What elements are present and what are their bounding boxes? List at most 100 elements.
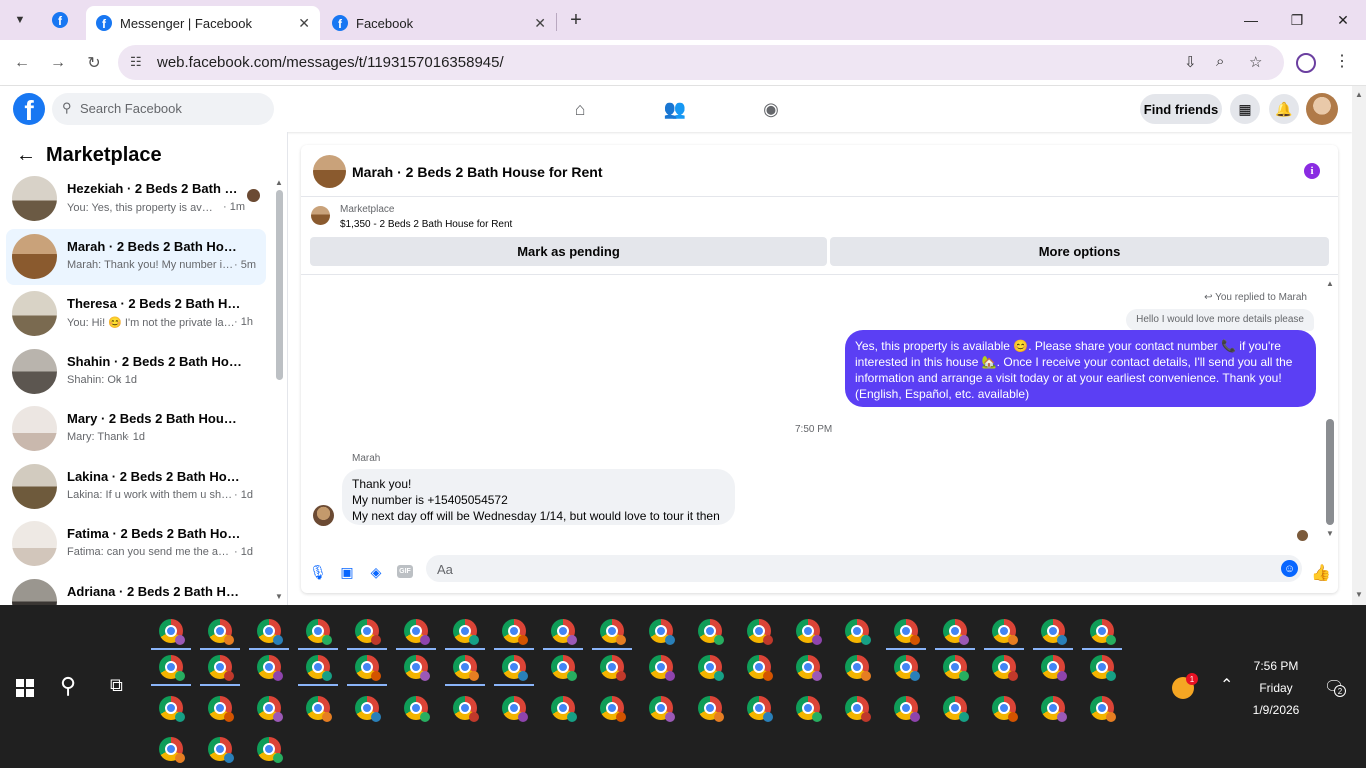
chrome-window-icon[interactable] xyxy=(159,737,185,763)
back-button[interactable]: ← xyxy=(9,50,35,76)
groups-icon[interactable]: ◉ xyxy=(759,97,783,121)
task-view-icon[interactable]: ⧉ xyxy=(110,675,123,696)
chrome-window-icon[interactable] xyxy=(306,655,332,681)
facebook-logo-icon[interactable]: f xyxy=(13,93,45,125)
conversation-item[interactable]: Mary · 2 Beds 2 Bath House for Rent Mary… xyxy=(6,401,266,457)
sticker-icon[interactable]: ◈ xyxy=(367,563,385,581)
chrome-window-icon[interactable] xyxy=(943,619,969,645)
conversation-item[interactable]: Lakina · 2 Beds 2 Bath House for Rent La… xyxy=(6,459,266,515)
emoji-icon[interactable]: ☺ xyxy=(1281,560,1298,577)
chrome-window-icon[interactable] xyxy=(649,655,675,681)
chrome-window-icon[interactable] xyxy=(992,619,1018,645)
chrome-window-icon[interactable] xyxy=(306,619,332,645)
listing-price[interactable]: $1,350 - 2 Beds 2 Bath House for Rent xyxy=(340,219,512,230)
chrome-window-icon[interactable] xyxy=(355,696,381,722)
incoming-message[interactable]: Thank you! My number is +15405054572 My … xyxy=(342,469,735,525)
friends-icon[interactable]: 👥 xyxy=(663,97,687,121)
chrome-window-icon[interactable] xyxy=(600,619,626,645)
chrome-window-icon[interactable] xyxy=(894,655,920,681)
home-icon[interactable]: ⌂ xyxy=(568,97,592,121)
chrome-window-icon[interactable] xyxy=(208,737,234,763)
scroll-down-icon[interactable]: ▼ xyxy=(1326,529,1334,538)
chrome-window-icon[interactable] xyxy=(208,696,234,722)
restore-button[interactable]: ❐ xyxy=(1274,0,1320,40)
chrome-window-icon[interactable] xyxy=(796,696,822,722)
account-avatar[interactable] xyxy=(1306,93,1338,125)
chrome-window-icon[interactable] xyxy=(600,696,626,722)
microphone-icon[interactable]: 🎙 xyxy=(309,563,327,581)
chrome-window-icon[interactable] xyxy=(257,696,283,722)
chrome-window-icon[interactable] xyxy=(257,619,283,645)
scroll-down-icon[interactable]: ▼ xyxy=(1355,590,1363,599)
chrome-window-icon[interactable] xyxy=(208,619,234,645)
more-options-button[interactable]: More options xyxy=(830,237,1329,266)
search-input[interactable]: ⚲ Search Facebook xyxy=(52,93,274,125)
chrome-window-icon[interactable] xyxy=(502,696,528,722)
conversation-item[interactable]: Fatima · 2 Beds 2 Bath House for Rent Fa… xyxy=(6,516,266,572)
chrome-window-icon[interactable] xyxy=(747,696,773,722)
windows-start-icon[interactable] xyxy=(16,679,34,697)
sender-avatar[interactable] xyxy=(313,505,334,526)
outgoing-message[interactable]: Yes, this property is available 😊. Pleas… xyxy=(845,330,1316,407)
sidebar-scroll-thumb[interactable] xyxy=(276,190,283,380)
install-app-icon[interactable]: ⇩ xyxy=(1184,53,1197,71)
conversation-item[interactable]: Hezekiah · 2 Beds 2 Bath House for Rent … xyxy=(6,171,266,227)
chrome-window-icon[interactable] xyxy=(551,696,577,722)
thumbs-up-icon[interactable]: 👍 xyxy=(1311,563,1331,583)
conversation-item[interactable]: Theresa · 2 Beds 2 Bath House for Rent Y… xyxy=(6,286,266,342)
zoom-icon[interactable]: ⌕ xyxy=(1216,53,1224,70)
chrome-window-icon[interactable] xyxy=(502,619,528,645)
reload-button[interactable]: ↻ xyxy=(81,50,107,76)
chrome-window-icon[interactable] xyxy=(257,655,283,681)
chrome-window-icon[interactable] xyxy=(698,619,724,645)
close-tab-icon[interactable]: ✕ xyxy=(298,15,310,32)
chrome-window-icon[interactable] xyxy=(943,696,969,722)
photo-icon[interactable]: ▣ xyxy=(338,563,356,581)
back-arrow-icon[interactable]: ← xyxy=(16,144,36,167)
message-input[interactable]: Aa ☺ xyxy=(426,555,1302,582)
chrome-window-icon[interactable] xyxy=(992,696,1018,722)
chrome-window-icon[interactable] xyxy=(1041,619,1067,645)
chrome-window-icon[interactable] xyxy=(306,696,332,722)
chrome-window-icon[interactable] xyxy=(159,696,185,722)
chrome-window-icon[interactable] xyxy=(159,619,185,645)
chrome-window-icon[interactable] xyxy=(502,655,528,681)
chrome-window-icon[interactable] xyxy=(796,655,822,681)
chrome-window-icon[interactable] xyxy=(698,696,724,722)
chrome-window-icon[interactable] xyxy=(1090,655,1116,681)
chrome-window-icon[interactable] xyxy=(1090,696,1116,722)
notifications-icon[interactable]: 🗨 2 xyxy=(1324,677,1346,697)
chrome-window-icon[interactable] xyxy=(845,619,871,645)
sidebar-scrollbar[interactable]: ▲ ▼ xyxy=(274,178,284,605)
site-info-icon[interactable]: ☷ xyxy=(130,54,142,70)
browser-menu-icon[interactable]: ⋮ xyxy=(1334,51,1350,71)
system-clock[interactable]: 7:56 PM Friday 1/9/2026 xyxy=(1236,655,1316,721)
chat-scrollbar[interactable]: ▲ ▼ xyxy=(1325,279,1335,541)
scroll-up-icon[interactable]: ▲ xyxy=(275,178,283,187)
tab-facebook[interactable]: f Facebook ✕ xyxy=(322,6,556,40)
chrome-window-icon[interactable] xyxy=(649,619,675,645)
chrome-window-icon[interactable] xyxy=(747,619,773,645)
chrome-window-icon[interactable] xyxy=(845,655,871,681)
forward-button[interactable]: → xyxy=(45,50,71,76)
chrome-window-icon[interactable] xyxy=(453,696,479,722)
chrome-window-icon[interactable] xyxy=(404,655,430,681)
show-hidden-icons-icon[interactable]: ⌃ xyxy=(1220,675,1233,695)
chrome-window-icon[interactable] xyxy=(747,655,773,681)
address-bar[interactable]: ☷ web.facebook.com/messages/t/1193157016… xyxy=(118,45,1284,80)
notifications-bell-icon[interactable]: 🔔 xyxy=(1269,94,1299,124)
info-icon[interactable]: i xyxy=(1304,163,1320,179)
chrome-window-icon[interactable] xyxy=(1041,655,1067,681)
chrome-window-icon[interactable] xyxy=(257,737,283,763)
chrome-window-icon[interactable] xyxy=(551,619,577,645)
conversation-item[interactable]: Shahin · 2 Beds 2 Bath House for Rent Sh… xyxy=(6,344,266,400)
new-tab-button[interactable]: + xyxy=(564,8,588,32)
taskbar-search-icon[interactable]: ⚲ xyxy=(60,673,76,699)
chrome-window-icon[interactable] xyxy=(894,696,920,722)
scroll-down-icon[interactable]: ▼ xyxy=(275,592,283,601)
pinned-facebook-tab[interactable]: f xyxy=(44,8,76,32)
chrome-window-icon[interactable] xyxy=(208,655,234,681)
chrome-window-icon[interactable] xyxy=(551,655,577,681)
chrome-window-icon[interactable] xyxy=(845,696,871,722)
mark-pending-button[interactable]: Mark as pending xyxy=(310,237,827,266)
